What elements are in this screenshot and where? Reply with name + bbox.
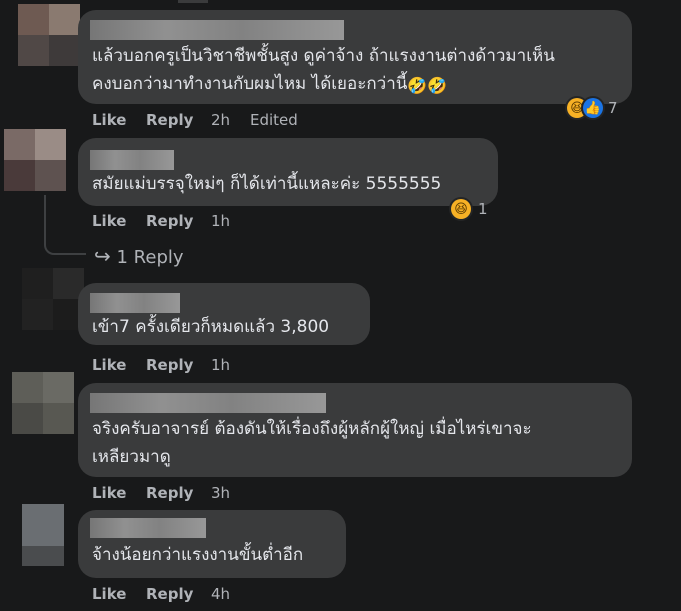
comment-text: คงบอกว่ามาทำงานกับผมไหม ได้เยอะกว่านี้	[92, 74, 408, 94]
like-reaction-icon: 👍	[583, 98, 603, 118]
comment-bubble: จริงครับอาจารย์ ต้องดันให้เรื่องถึงผู้หล…	[78, 383, 632, 477]
reaction-count: 7	[608, 99, 618, 117]
timestamp[interactable]: 2h	[211, 111, 230, 129]
comment-text-line: จริงครับอาจารย์ ต้องดันให้เรื่องถึงผู้หล…	[92, 419, 532, 439]
top-cutoff-strip	[178, 0, 208, 3]
like-button[interactable]: Like	[92, 484, 126, 502]
comment-text-line: แล้วบอกครูเป็นวิชาชีพชั้นสูง ดูค่าจ้าง ถ…	[92, 46, 555, 66]
edited-label: Edited	[250, 111, 298, 129]
comment-text-line-2: คงบอกว่ามาทำงานกับผมไหม ได้เยอะกว่านี้🤣🤣	[92, 71, 447, 98]
commenter-name[interactable]	[90, 293, 180, 313]
avatar[interactable]	[4, 129, 66, 191]
replies-count-label: 1 Reply	[116, 247, 184, 268]
commenter-name[interactable]	[90, 150, 174, 170]
comment-bubble: จ้างน้อยกว่าแรงงานขั้นต่ำอีก	[78, 510, 346, 578]
reply-button[interactable]: Reply	[146, 111, 193, 129]
reply-arrow-icon: ↪	[94, 244, 111, 268]
comment-text: จ้างน้อยกว่าแรงงานขั้นต่ำอีก	[92, 545, 304, 565]
timestamp[interactable]: 1h	[211, 356, 230, 374]
rofl-emoji: 🤣🤣	[407, 76, 448, 95]
reaction-summary[interactable]: 😆 👍 7	[567, 97, 618, 119]
comment-bubble: แล้วบอกครูเป็นวิชาชีพชั้นสูง ดูค่าจ้าง ถ…	[78, 10, 632, 104]
reply-button[interactable]: Reply	[146, 356, 193, 374]
like-button[interactable]: Like	[92, 585, 126, 603]
thread-line	[44, 195, 86, 255]
avatar[interactable]	[22, 268, 84, 330]
like-button[interactable]: Like	[92, 111, 126, 129]
avatar[interactable]	[12, 372, 74, 434]
comment-bubble: สมัยแม่บรรจุใหม่ๆ ก็ได้เท่านี้แหละค่ะ 55…	[78, 138, 498, 206]
haha-reaction-icon: 😆	[451, 199, 471, 219]
commenter-name[interactable]	[90, 20, 344, 40]
commenter-name[interactable]	[90, 518, 206, 538]
avatar[interactable]	[18, 4, 80, 66]
comment-text: เข้า7 ครั้งเดียวก็หมดแล้ว 3,800	[92, 317, 330, 337]
view-replies-link[interactable]: ↪ 1 Reply	[94, 244, 184, 268]
comment-bubble: เข้า7 ครั้งเดียวก็หมดแล้ว 3,800	[78, 283, 370, 345]
timestamp[interactable]: 3h	[211, 484, 230, 502]
avatar[interactable]	[22, 504, 84, 566]
reaction-count: 1	[478, 200, 488, 218]
like-button[interactable]: Like	[92, 212, 126, 230]
timestamp[interactable]: 4h	[211, 585, 230, 603]
comment-text-line-2: เหลียวมาดู	[92, 447, 171, 467]
reply-button[interactable]: Reply	[146, 212, 193, 230]
comment-text: สมัยแม่บรรจุใหม่ๆ ก็ได้เท่านี้แหละค่ะ 55…	[92, 174, 442, 194]
reply-button[interactable]: Reply	[146, 585, 193, 603]
timestamp[interactable]: 1h	[211, 212, 230, 230]
reply-button[interactable]: Reply	[146, 484, 193, 502]
reaction-summary[interactable]: 😆 1	[451, 198, 488, 220]
commenter-name[interactable]	[90, 393, 326, 413]
like-button[interactable]: Like	[92, 356, 126, 374]
